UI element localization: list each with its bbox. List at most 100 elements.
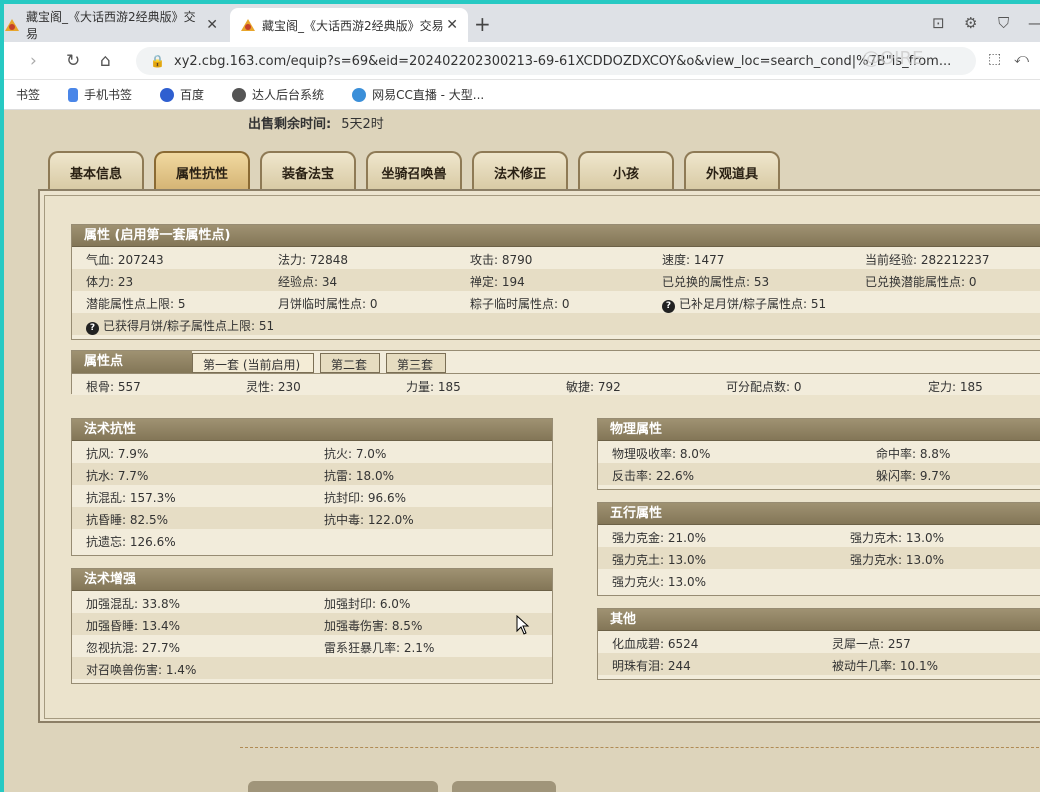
attr-cell: 禅定: 194 [470,275,525,289]
panel-header: 法术抗性 [72,419,552,441]
resist-cell: 抗火: 7.0% [324,447,387,461]
bottom-button[interactable] [452,781,556,792]
attribute-points-panel: 属性点 第一套 (当前启用) 第二套 第三套 根骨: 557 灵性: 230 力… [71,350,1040,395]
enhance-cell: 忽视抗混: 27.7% [86,641,180,655]
attributes-inner: 属性 (启用第一套属性点) 气血: 207243 法力: 72848 攻击: 8… [44,195,1040,719]
page-content: 出售剩余时间: 5天2时 基本信息 属性抗性 装备法宝 坐骑召唤兽 法术修正 小孩… [4,111,1040,792]
attr-text: 已补足月饼/粽子属性点: 51 [679,297,827,311]
other-cell: 被动牛几率: 10.1% [832,659,938,673]
mouse-cursor-icon [516,615,530,635]
attr-cell: 月饼临时属性点: 0 [278,297,378,311]
tab-child[interactable]: 小孩 [578,151,674,191]
address-bar[interactable]: 🔒 xy2.cbg.163.com/equip?s=69&eid=2024022… [136,47,976,75]
lock-icon: 🔒 [150,54,165,68]
forward-arrow-icon[interactable]: › [30,51,37,71]
tab-search-icon[interactable]: ⊡ [932,14,945,32]
element-cell: 强力克火: 13.0% [612,575,706,589]
bookmark-item[interactable]: 百度 [160,86,204,103]
attr-cell: 当前经验: 282212237 [865,253,990,267]
back-history-icon[interactable]: ⤺ [1014,51,1029,67]
remain-label: 出售剩余时间: [248,117,332,132]
browser-tab-1[interactable]: 藏宝阁_《大话西游2经典版》交易 ✕ [0,8,224,42]
bookmark-item[interactable]: 达人后台系统 [232,86,324,103]
attr-row: 潜能属性点上限: 5 月饼临时属性点: 0 粽子临时属性点: 0 ? 已补足月饼/… [72,291,1040,313]
resist-cell: 抗封印: 96.6% [324,491,406,505]
dotted-divider [240,747,1040,748]
physical-cell: 躲闪率: 9.7% [876,469,951,483]
close-tab-icon[interactable]: ✕ [206,17,218,33]
attr-cell: ? 已获得月饼/粽子属性点上限: 51 [86,317,274,335]
attr-row: 气血: 207243 法力: 72848 攻击: 8790 速度: 1477 当… [72,247,1040,269]
watermark-text: @OIRE [862,48,924,69]
other-attr-panel: 其他 化血成碧: 6524 灵犀一点: 257 明珠有泪: 244 被动牛几率: 1… [597,608,1040,680]
attr-row: ? 已获得月饼/粽子属性点上限: 51 [72,313,1040,335]
sale-remaining-time: 出售剩余时间: 5天2时 [248,113,384,132]
resist-cell: 抗风: 7.9% [86,447,149,461]
browser-tab-title: 藏宝阁_《大话西游2经典版》交易 [262,18,444,33]
bookmarks-bar: 书签 手机书签 百度 达人后台系统 网易CC直播 - 大型... [4,80,1040,110]
other-cell: 灵犀一点: 257 [832,637,911,651]
url-text: xy2.cbg.163.com/equip?s=69&eid=202402202… [174,53,952,69]
physical-attr-panel: 物理属性 物理吸收率: 8.0% 命中率: 8.8% 反击率: 22.6% 躲闪率:… [597,418,1040,490]
attr-cell: 粽子临时属性点: 0 [470,297,570,311]
help-icon[interactable]: ? [662,300,675,313]
cbg-favicon-icon [240,18,256,32]
help-icon[interactable]: ? [86,322,99,335]
panel-header: 物理属性 [598,419,1040,441]
subtab-set-1[interactable]: 第一套 (当前启用) [192,353,314,373]
extension-icon[interactable]: ⚙ [964,14,977,32]
element-cell: 强力克水: 13.0% [850,553,944,567]
attributes-container: 属性 (启用第一套属性点) 气血: 207243 法力: 72848 攻击: 8… [38,189,1040,723]
bookmark-item[interactable]: 书签 [16,86,40,103]
point-cell: 力量: 185 [406,380,461,394]
minimize-icon[interactable]: — [1028,14,1040,32]
attr-cell: 经验点: 34 [278,275,338,289]
attr-cell: 已兑换潜能属性点: 0 [865,275,977,289]
resist-cell: 抗中毒: 122.0% [324,513,414,527]
tab-spell-mods[interactable]: 法术修正 [472,151,568,191]
point-cell: 可分配点数: 0 [726,380,802,394]
tab-equipment[interactable]: 装备法宝 [260,151,356,191]
resist-cell: 抗混乱: 157.3% [86,491,176,505]
panel-header: 其他 [598,609,1040,631]
tab-mount-pets[interactable]: 坐骑召唤兽 [366,151,462,191]
bookmark-label: 达人后台系统 [252,88,325,102]
tab-appearance[interactable]: 外观道具 [684,151,780,191]
attr-text: 已获得月饼/粽子属性点上限: 51 [103,319,275,333]
browser-tab-strip: 藏宝阁_《大话西游2经典版》交易 ✕ 藏宝阁_《大话西游2经典版》交易 ✕ + … [4,4,1040,42]
new-tab-plus-icon[interactable]: + [474,12,491,36]
cc-live-icon [352,87,367,102]
element-cell: 强力克土: 13.0% [612,553,706,567]
attr-cell: 潜能属性点上限: 5 [86,297,186,311]
bookmark-item[interactable]: 网易CC直播 - 大型... [352,86,484,103]
home-icon[interactable]: ⌂ [100,51,111,71]
other-cell: 明珠有泪: 244 [612,659,691,673]
tab-attributes[interactable]: 属性抗性 [154,151,250,191]
bookmark-label: 书签 [16,88,41,102]
reload-icon[interactable]: ↻ [66,51,80,71]
shirt-icon[interactable]: ⛉ [998,14,1009,32]
attr-cell: 攻击: 8790 [470,253,533,267]
attr-cell: ? 已补足月饼/粽子属性点: 51 [662,295,826,313]
bookmark-item[interactable]: 手机书签 [68,86,132,103]
resist-cell: 抗昏睡: 82.5% [86,513,168,527]
baidu-paw-icon [160,87,175,102]
enhance-cell: 加强混乱: 33.8% [86,597,180,611]
element-cell: 强力克金: 21.0% [612,531,706,545]
attr-cell: 气血: 207243 [86,253,164,267]
bottom-button[interactable] [248,781,438,792]
physical-cell: 命中率: 8.8% [876,447,951,461]
attr-cell: 速度: 1477 [662,253,725,267]
point-cell: 定力: 185 [928,380,983,394]
spell-enhance-panel: 法术增强 加强混乱: 33.8% 加强封印: 6.0% 加强昏睡: 13.4% 加强… [71,568,553,684]
profile-icon[interactable]: ⬚ [988,51,1001,67]
tab-basic-info[interactable]: 基本信息 [48,151,144,191]
enhance-cell: 加强封印: 6.0% [324,597,411,611]
subtab-set-3[interactable]: 第三套 [386,353,446,373]
attr-cell: 已兑换的属性点: 53 [662,275,770,289]
physical-cell: 物理吸收率: 8.0% [612,447,711,461]
close-tab-icon[interactable]: ✕ [446,17,458,33]
point-cell: 敏捷: 792 [566,380,621,394]
browser-tab-2[interactable]: 藏宝阁_《大话西游2经典版》交易 ✕ [230,8,468,42]
subtab-set-2[interactable]: 第二套 [320,353,380,373]
